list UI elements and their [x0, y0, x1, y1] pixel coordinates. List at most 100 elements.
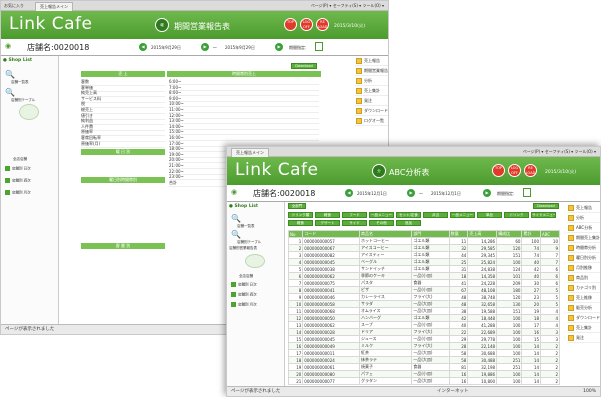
favorites-button[interactable]: お気に入り	[4, 3, 24, 9]
calendar-icon[interactable]	[315, 42, 323, 51]
table-row[interactable]: 4 000000000045 ベーグル ゴエル類 25 25,824 100 40 7	[287, 258, 560, 266]
prev-date-icon[interactable]: ◀	[139, 43, 147, 51]
filter-button[interactable]: 一品メニュー	[369, 212, 394, 218]
next-date-icon[interactable]: ▶	[407, 189, 415, 197]
right-menu-item[interactable]: 発注	[355, 96, 388, 106]
sidebar-item-daily[interactable]: 店舗別 日次	[231, 282, 283, 289]
sidebar-item-weekly[interactable]: 店舗別 週次	[5, 178, 57, 185]
zoom-level[interactable]: 100%	[583, 387, 596, 396]
sidebar-item-list[interactable]: 店舗一覧表	[237, 224, 255, 229]
next-date-icon[interactable]: ▶	[201, 43, 209, 51]
table-row[interactable]: 17 000000000011 紅茶 一品(大皿) 58 30,688 100 14 2	[287, 349, 560, 357]
column-header[interactable]: 数量	[448, 230, 469, 238]
right-menu-item[interactable]: 期間売上集計	[567, 233, 600, 243]
table-row[interactable]: 14 000000000028 ドリア フライ(大) 22 22,689 100 16 3	[287, 328, 560, 336]
sidebar-item-monthly[interactable]: 店舗別 月次	[231, 302, 283, 309]
logoff-button[interactable]: LOG OFF	[300, 18, 313, 31]
right-menu-item[interactable]: ダウンロード	[355, 106, 388, 116]
table-row[interactable]: 20 000000000080 パフェ 一品(小皿) 16 19,886 100 14 2	[287, 370, 560, 378]
date-to[interactable]: 2015年12月1日	[431, 191, 461, 197]
download-button[interactable]: Download	[533, 203, 559, 209]
search-icon[interactable]: 🔍	[231, 214, 241, 223]
table-row[interactable]: 3 000000000082 アイスティー ゴエル類 44 29,345 151 74 7	[287, 251, 560, 259]
filter-button[interactable]: 単品	[477, 212, 502, 218]
search-icon[interactable]: 🔍	[5, 70, 15, 79]
column-header[interactable]: 構成比	[496, 230, 523, 238]
column-header[interactable]: コード	[302, 230, 360, 238]
logoff-button[interactable]: LOG OFF	[508, 164, 521, 177]
right-menu-item[interactable]: 売上集計	[355, 86, 388, 96]
right-menu-item[interactable]: 商品別	[567, 273, 600, 283]
table-row[interactable]: 5 000000000038 サンドイッチ ゴエル類 31 24,838 124 42 6	[287, 265, 560, 273]
right-menu-item[interactable]: ABC分析	[567, 223, 600, 233]
table-row[interactable]: 12 000000000050 ハンバーグ ゴエル類 42 18,448 100 18 4	[287, 314, 560, 322]
reload-button[interactable]: RE LOAD	[524, 164, 537, 177]
table-row[interactable]: 18 000000000024 抹茶ラテ 一品(大皿) 58 30,488 251 14 2	[287, 356, 560, 364]
sidebar-item-all[interactable]: 全店店舗	[13, 157, 27, 162]
right-menu-item[interactable]: 期間営業報告表	[355, 66, 388, 76]
column-header[interactable]: No	[287, 230, 304, 238]
date-to-next-icon[interactable]: ▶	[275, 43, 283, 51]
search-icon[interactable]: 🔍	[5, 88, 15, 97]
filter-button[interactable]: サイド	[342, 220, 367, 226]
right-menu-item[interactable]: ダウンロード	[567, 313, 600, 323]
table-row[interactable]: 8 000000000041 ピザ 一品(小皿) 67 48,108 180 27 5	[287, 286, 560, 294]
sidebar-item-report[interactable]: 店舗別営業報告表	[229, 246, 257, 251]
table-row[interactable]: 16 000000000049 ミルク フライ(大) 28 22,148 100 14 2	[287, 342, 560, 350]
filter-button[interactable]: 軽食	[288, 220, 313, 226]
right-menu-item[interactable]: 売上報告	[567, 203, 600, 213]
table-row[interactable]: 15 000000000045 ジュース 一品(小皿) 29 29,778 100 15 3	[287, 335, 560, 343]
sidebar-item-all[interactable]: 全店店舗	[239, 274, 253, 279]
calendar-icon[interactable]	[523, 188, 531, 197]
date-to[interactable]: 2015年9月29日	[225, 45, 255, 51]
top-button[interactable]: TOP	[492, 164, 505, 177]
browser-toolbar[interactable]: ページ(P) ▾ セーフティ(S) ▾ ツール(O) ▾	[523, 149, 596, 155]
date-from[interactable]: 2015年12月1日	[357, 191, 387, 197]
top-button[interactable]: TOP	[284, 18, 297, 31]
filter-button[interactable]: サイドメニュー	[531, 212, 556, 218]
column-header[interactable]: 部門	[411, 230, 450, 238]
column-header[interactable]: ABC	[540, 230, 560, 238]
filter-button[interactable]: ドリンク	[504, 212, 529, 218]
reload-button[interactable]: RE LOAD	[316, 18, 329, 31]
browser-tab[interactable]: 売上報告メイン	[231, 148, 269, 157]
date-from[interactable]: 2015年9月29日	[151, 45, 181, 51]
table-row[interactable]: 19 000000000061 焼菓子 食器 81 32,198 251 14 2	[287, 363, 560, 371]
filter-button[interactable]: 軽食	[315, 212, 340, 218]
category-all-button[interactable]: 全部門	[288, 203, 306, 209]
date-to-next-icon[interactable]: ▶	[483, 189, 491, 197]
filter-button[interactable]: 一品メニュー	[450, 212, 475, 218]
filter-button[interactable]: ドリンク類	[288, 212, 313, 218]
column-header[interactable]: 売上高	[467, 230, 498, 238]
table-row[interactable]: 6 000000000062 季節のケーキ 一品(小皿) 18 14,358 101 40 6	[287, 272, 560, 280]
table-row[interactable]: 10 000000000058 サラダ 一品(大皿) 48 32,658 130 20 5	[287, 300, 560, 308]
filter-button[interactable]: デザート	[315, 220, 340, 226]
right-menu-item[interactable]: 分析	[355, 76, 388, 86]
filter-button[interactable]: セット/定食	[396, 212, 421, 218]
column-header[interactable]: 商品名	[358, 230, 413, 238]
sidebar-item-monthly[interactable]: 店舗別 月次	[5, 190, 57, 197]
browser-tab[interactable]: 売上報告メイン	[35, 2, 73, 11]
table-row[interactable]: 2 000000000067 アイスコーヒー ゴエル類 32 29,585 120 74 9	[287, 244, 560, 252]
sidebar-item-weekly[interactable]: 店舗別 週次	[231, 292, 283, 299]
right-menu-item[interactable]: 発注	[567, 333, 600, 343]
right-menu-item[interactable]: 曜日別分析	[567, 253, 600, 263]
right-menu-item[interactable]: カテゴリ別	[567, 283, 600, 293]
right-menu-item[interactable]: 販売分析	[567, 303, 600, 313]
right-menu-item[interactable]: 時間帯分析	[567, 243, 600, 253]
sidebar-item-table[interactable]: 店舗別テーブル	[237, 240, 261, 245]
sidebar-item-list[interactable]: 店舗一覧表	[11, 80, 29, 85]
filter-button[interactable]: その他	[369, 220, 394, 226]
sidebar-item-table[interactable]: 店舗別テーブル	[11, 98, 35, 103]
filter-button[interactable]: 弁当	[423, 212, 448, 218]
table-row[interactable]: 11 000000000068 オムライス 一品(大皿) 38 19,588 151 19 4	[287, 307, 560, 315]
right-menu-item[interactable]: 売上集計	[567, 323, 600, 333]
browser-toolbar[interactable]: ページ(P) ▾ セーフティ(S) ▾ ツール(O) ▾	[311, 3, 384, 9]
table-row[interactable]: 21 000000000077 グラタン 一品(大皿) 16 10,800 100 14 2	[287, 377, 560, 385]
right-menu-item[interactable]: ログオ一覧	[355, 116, 388, 126]
right-menu-item[interactable]: 分析	[567, 213, 600, 223]
filter-button[interactable]: 追加	[396, 220, 421, 226]
search-icon[interactable]: 🔍	[231, 230, 241, 239]
right-menu-item[interactable]: 月別推移	[567, 263, 600, 273]
sidebar-item-daily[interactable]: 店舗別 日次	[5, 166, 57, 173]
